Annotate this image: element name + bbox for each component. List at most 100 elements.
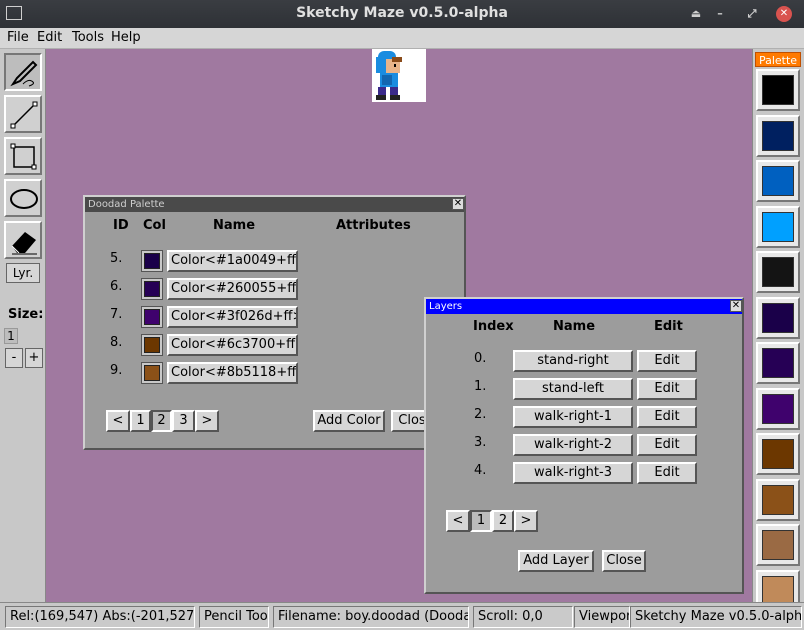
layer-index: 2. [474,407,487,422]
palette-swatch[interactable] [756,114,800,157]
header-attributes: Attributes [336,218,411,233]
color-swatch-button[interactable] [141,250,163,272]
prev-page-button[interactable]: < [446,510,470,532]
swatch-color [762,348,794,378]
menu-tools[interactable]: Tools [72,30,104,45]
color-swatch-button[interactable] [141,362,163,384]
swatch-color [762,393,794,424]
color-id: 8. [110,335,123,350]
swatch-color [762,166,794,196]
swatch-color [762,530,794,560]
header-id: ID [113,218,129,233]
layer-name-button[interactable]: stand-right [513,350,633,372]
color-swatch-button[interactable] [141,278,163,300]
color-id: 6. [110,279,123,294]
rectangle-icon [10,143,37,170]
menu-edit[interactable]: Edit [37,30,62,45]
line-icon [10,101,38,129]
next-page-button[interactable]: > [514,510,538,532]
minimize-icon[interactable]: – [712,6,728,22]
page-1-button[interactable]: 1 [130,410,151,432]
tool-sidebar: Lyr. Size: 1 - + [0,49,46,602]
layer-edit-button[interactable]: Edit [637,434,697,456]
add-layer-button[interactable]: Add Layer [518,550,594,572]
color-swatch-button[interactable] [141,334,163,356]
close-icon[interactable]: ✕ [776,6,792,22]
line-tool-button[interactable] [4,95,42,133]
header-col: Col [143,218,166,233]
color-name-button[interactable]: Color<#6c3700+ff> [167,334,298,356]
close-button[interactable]: Close [602,550,646,572]
header-edit: Edit [654,319,683,334]
page-2-button[interactable]: 2 [151,410,172,432]
layer-edit-button[interactable]: Edit [637,350,697,372]
close-icon[interactable]: ✕ [730,300,742,312]
palette-swatch[interactable] [756,251,800,293]
pencil-icon [10,60,38,87]
color-name-button[interactable]: Color<#260055+ff> [167,278,298,300]
header-name: Name [213,218,256,233]
palette-swatch[interactable] [756,478,800,521]
shade-icon[interactable]: ⏏ [688,6,704,22]
close-icon[interactable]: ✕ [452,198,464,210]
color-name-button[interactable]: Color<#8b5118+ff> [167,362,298,384]
layers-button[interactable]: Lyr. [6,263,40,283]
swatch-color [762,120,794,151]
palette-swatch[interactable] [756,205,800,248]
swatch-color [762,211,794,242]
page-1-button[interactable]: 1 [470,510,492,532]
palette-swatch[interactable] [756,69,800,111]
color-id: 9. [110,363,123,378]
page-3-button[interactable]: 3 [172,410,195,432]
color-name-button[interactable]: Color<#1a0049+ff> [167,250,298,272]
palette-swatch[interactable] [756,387,800,430]
header-index: Index [473,319,514,334]
size-label: Size: [8,307,44,322]
maximize-icon[interactable]: ⤢ [744,6,760,22]
palette-swatch[interactable] [756,342,800,384]
size-increase-button[interactable]: + [25,348,43,368]
layer-edit-button[interactable]: Edit [637,406,697,428]
color-id: 5. [110,251,123,266]
swatch-color [762,75,794,105]
window-titlebar: Sketchy Maze v0.5.0-alpha ⏏ – ⤢ ✕ [0,0,804,28]
palette-swatch[interactable] [756,524,800,566]
prev-page-button[interactable]: < [106,410,130,432]
swatch-color [762,484,794,515]
ellipse-tool-button[interactable] [4,179,42,217]
layer-name-button[interactable]: walk-right-2 [513,434,633,456]
doodad-palette-window: Doodad Palette ✕ ID Col Name Attributes … [83,195,466,450]
menu-help[interactable]: Help [111,30,141,45]
color-swatch-button[interactable] [141,306,163,328]
swatch-color [144,281,160,297]
header-name: Name [553,319,596,334]
swatch-color [144,309,160,325]
swatch-color [762,257,794,287]
palette-swatch[interactable] [756,433,800,475]
status-rel-coords: Rel:(169,547) Abs:(-201,527) [5,606,195,628]
pencil-tool-button[interactable] [4,53,42,91]
layer-edit-button[interactable]: Edit [637,378,697,400]
palette-swatch[interactable] [756,160,800,202]
menu-file[interactable]: File [7,30,29,45]
eraser-tool-button[interactable] [4,221,42,259]
eraser-icon [11,232,37,255]
layer-name-button[interactable]: walk-right-1 [513,406,633,428]
palette-swatch[interactable] [756,296,800,339]
layer-index: 0. [474,351,487,366]
layer-name-button[interactable]: stand-left [513,378,633,400]
add-color-button[interactable]: Add Color [313,410,385,432]
color-name-button[interactable]: Color<#3f026d+ff> [167,306,298,328]
size-decrease-button[interactable]: - [5,348,23,368]
page-2-button[interactable]: 2 [492,510,514,532]
layer-edit-button[interactable]: Edit [637,462,697,484]
layer-name-button[interactable]: walk-right-3 [513,462,633,484]
next-page-button[interactable]: > [195,410,219,432]
status-rel: Rel:(169,547) [10,609,99,624]
layer-index: 4. [474,463,487,478]
status-version: Sketchy Maze v0.5.0-alpha [630,606,802,628]
layers-window: Layers ✕ Index Name Edit 0. stand-right Ed… [424,297,744,594]
window-title: Sketchy Maze v0.5.0-alpha [296,5,508,21]
rectangle-tool-button[interactable] [4,137,42,175]
status-abs: Abs:(-201,527) [102,609,195,624]
